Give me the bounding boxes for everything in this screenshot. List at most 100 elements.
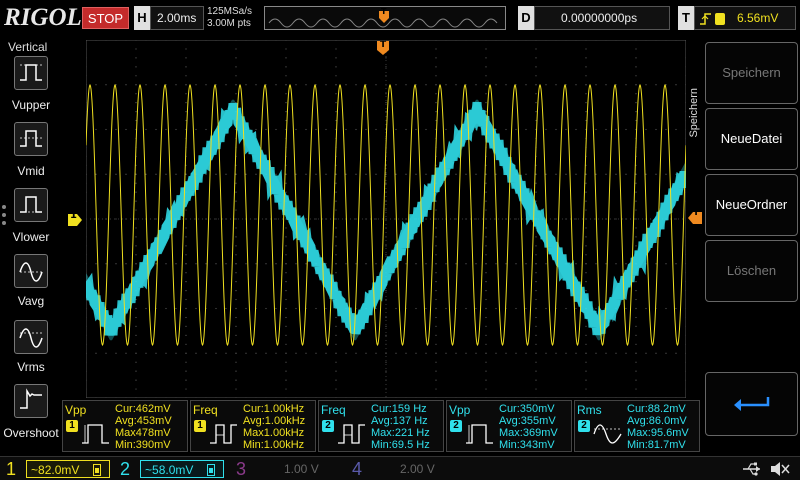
bandwidth-limit-icon [93,464,101,476]
vpp-icon [82,424,109,444]
timebase-box[interactable]: 2.00ms [150,6,204,30]
delay-box[interactable]: 0.00000000ps [534,6,670,30]
measurement-name: Freq [321,403,346,417]
measurement-name: Rms [577,403,602,417]
overshoot-icon [20,388,42,409]
measurement-name: Freq [193,403,218,417]
loeschen-label: Löschen [726,263,777,278]
channel-status-bar: 1 ~82.0mV 2 ~58.0mV 3 1.00 V 4 2.00 V [0,456,800,480]
measurement-vpp-ch2[interactable]: Vpp 2 Cur:350mV Avg:355mV Max:369mV Min:… [446,400,572,452]
channel2-number[interactable]: 2 [120,457,130,480]
vupper-icon [20,64,42,81]
channel1-source-icon [715,13,725,25]
measurement-name: Vpp [449,403,471,417]
page-dots-icon [2,205,6,225]
channel-badge: 2 [450,420,462,432]
channel4-scale-box[interactable]: 2.00 V [372,460,456,478]
measurement-strip: Vpp 1 Cur:462mV Avg:453mV Max478mV Min:3… [60,398,700,454]
return-arrow-icon [734,397,770,411]
measurement-name: Vpp [65,403,87,417]
vertical-panel-title: Vertical [8,40,48,54]
neueordner-button[interactable]: NeueOrdner [705,174,798,236]
measurement-avg: Avg:86.0mV [627,415,687,427]
waveform-grid [81,39,691,399]
vavg-icon [19,262,43,282]
freq-icon [210,424,237,444]
return-button[interactable] [705,372,798,436]
measurement-cur: Cur:88.2mV [627,403,686,415]
trigger-position-icon: T [379,7,389,23]
rigol-logo: RIGOL [4,4,82,31]
trigger-box[interactable]: 6.56mV [694,6,796,30]
measurement-max: Max:221 Hz [371,427,430,439]
channel-badge: 1 [194,420,206,432]
save-menu-panel: Speichern Speichern NeueDatei NeueOrdner… [688,36,800,456]
channel1-scale: 82.0mV [38,463,80,477]
bandwidth-limit-icon [207,464,215,476]
channel3-scale-box[interactable]: 1.00 V [256,460,340,478]
speichern-label: Speichern [722,65,781,80]
overshoot-button[interactable] [14,384,48,418]
memory-position-bar: T [264,6,506,30]
vavg-button[interactable] [14,254,48,288]
channel3-number[interactable]: 3 [236,457,246,480]
rising-edge-icon [700,13,711,25]
measurement-min: Min:390mV [115,439,171,451]
measurement-cur: Cur:159 Hz [371,403,427,415]
measurement-avg: Avg:1.00kHz [243,415,306,427]
neueordner-label: NeueOrdner [715,197,788,212]
vmid-label: Vmid [17,164,45,178]
loeschen-button[interactable]: Löschen [705,240,798,302]
vrms-button[interactable] [14,320,48,354]
channel1-scale-box[interactable]: ~82.0mV [26,460,110,478]
measurement-freq-ch2[interactable]: Freq 2 Cur:159 Hz Avg:137 Hz Max:221 Hz … [318,400,444,452]
measurement-avg: Avg:453mV [115,415,172,427]
run-stop-button[interactable]: STOP [82,7,129,29]
speaker-muted-icon[interactable] [770,461,790,477]
channel-badge: 2 [322,420,334,432]
vmid-button[interactable] [14,122,48,156]
measurement-cur: Cur:1.00kHz [243,403,305,415]
measurement-freq-ch1[interactable]: Freq 1 Cur:1.00kHz Avg:1.00kHz Max1.00kH… [190,400,316,452]
vertical-measure-panel: Vertical Vupper Vmid Vlower Vavg Vrms Ov… [0,36,60,456]
channel-badge: 2 [578,420,590,432]
measurement-min: Min:69.5 Hz [371,439,430,451]
delay-value: 0.00000000ps [561,11,638,25]
neuedatei-label: NeueDatei [720,131,783,146]
timebase-value: 2.00ms [157,11,197,25]
measurement-max: Max1.00kHz [243,427,305,439]
sample-rate: 125MSa/s [207,6,253,17]
trigger-position-marker[interactable]: T [377,40,389,55]
channel1-number[interactable]: 1 [6,457,16,480]
trigger-key[interactable]: T [678,6,694,30]
trigger-level-value: 6.56mV [737,11,779,25]
channel-badge: 1 [66,420,78,432]
speichern-button[interactable]: Speichern [705,42,798,104]
delay-key[interactable]: D [518,6,534,30]
freq-icon [338,424,365,444]
waveform-display[interactable] [81,39,691,399]
vupper-button[interactable] [14,56,48,90]
measurement-vpp-ch1[interactable]: Vpp 1 Cur:462mV Avg:453mV Max478mV Min:3… [62,400,188,452]
vrms-label: Vrms [17,360,45,374]
measurement-max: Max:95.6mV [627,427,689,439]
channel1-offset-marker[interactable]: 1 [68,210,82,226]
rms-icon [593,424,622,444]
channel4-scale: 2.00 V [400,462,435,476]
neuedatei-button[interactable]: NeueDatei [705,108,798,170]
top-status-bar: RIGOL STOP H 2.00ms 125MSa/s 3.00M pts T… [0,0,800,36]
measurement-min: Min:1.00kHz [243,439,305,451]
vpp-icon [466,424,493,444]
channel4-number[interactable]: 4 [352,457,362,480]
measurement-min: Min:343mV [499,439,555,451]
channel2-scale-box[interactable]: ~58.0mV [140,460,224,478]
horizontal-key[interactable]: H [134,6,150,30]
vrms-icon [19,328,43,348]
vlower-button[interactable] [14,188,48,222]
channel2-scale: 58.0mV [152,463,194,477]
measurement-cur: Cur:462mV [115,403,171,415]
measurement-rms-ch2[interactable]: Rms 2 Cur:88.2mV Avg:86.0mV Max:95.6mV M… [574,400,700,452]
vlower-icon [20,196,42,213]
usb-icon [743,462,760,476]
measurement-avg: Avg:355mV [499,415,556,427]
